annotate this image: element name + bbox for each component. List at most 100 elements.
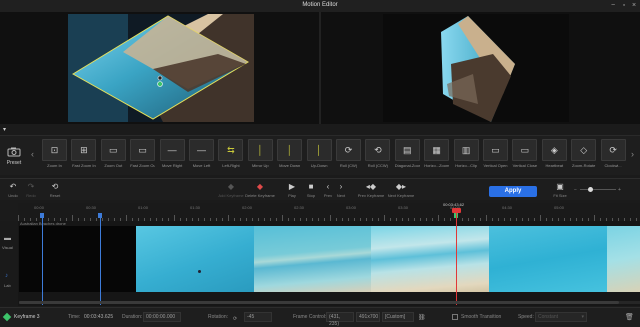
clip-black[interactable] <box>19 226 136 292</box>
smooth-transition-checkbox[interactable] <box>452 314 458 320</box>
visual-track-icon[interactable]: ▬ <box>4 235 11 242</box>
source-preview[interactable] <box>0 12 319 124</box>
ruler-tick-label: 00:30 <box>86 205 97 210</box>
delete-icon[interactable]: 🗑 <box>625 313 634 321</box>
clip-thumbnail[interactable] <box>607 226 640 292</box>
lab-track-icon[interactable]: ♪ <box>5 273 8 279</box>
preset-thumbnail: │ <box>247 139 273 161</box>
preset-item[interactable]: ▭ Vertical Open <box>483 139 508 173</box>
redo-label: Redo <box>26 193 36 198</box>
preset-item[interactable]: ⟳ Roll (CW) <box>336 139 361 173</box>
clip-thumbnail[interactable] <box>489 226 607 292</box>
preset-item[interactable]: ― Move Right <box>159 139 185 173</box>
preset-name: Move Left <box>192 163 211 168</box>
preset-name: Roll (CW) <box>339 163 358 168</box>
maximize-icon[interactable]: ▫ <box>619 1 629 11</box>
frame-mode-select[interactable]: [Custom] <box>382 312 414 322</box>
rotation-label: Rotation: <box>208 314 229 320</box>
rotation-field[interactable]: -45 <box>244 312 272 322</box>
keyframe-line <box>100 213 101 305</box>
reset-label: Reset <box>49 193 61 198</box>
preset-thumbnail: ▭ <box>512 139 538 161</box>
preset-name: Zoom In <box>47 163 62 168</box>
preset-item[interactable]: ⟲ Roll (CCW) <box>365 139 391 173</box>
close-icon[interactable]: × <box>629 1 639 11</box>
preset-button[interactable]: Preset <box>2 147 26 166</box>
redo-button[interactable]: ↷ Redo <box>24 182 38 198</box>
add-keyframe-button[interactable]: ◆ Add Keyframe <box>218 182 244 198</box>
collapse-arrow-icon[interactable]: ▾ <box>3 126 6 133</box>
result-frame <box>383 14 569 122</box>
ruler-tick-label: 02:30 <box>294 205 305 210</box>
preset-name: Zoom Out <box>104 163 123 168</box>
undo-label: Undo <box>8 193 18 198</box>
rotation-dial-icon[interactable]: ⟳ <box>233 316 237 322</box>
preset-thumbnail: ◈ <box>541 139 567 161</box>
prev-label: Prev <box>323 193 333 198</box>
smooth-transition-label: Smooth Transition <box>461 314 502 320</box>
preset-item[interactable]: ― Move Left <box>189 139 214 173</box>
preset-item[interactable]: │ Up-Down <box>306 139 332 173</box>
undo-button[interactable]: ↶ Undo <box>6 182 20 198</box>
stop-button[interactable]: ■ Stop <box>305 182 317 198</box>
prev-button[interactable]: ‹ Prev <box>322 182 334 198</box>
fit-size-label: Fit Size <box>553 193 567 198</box>
speed-select[interactable]: Constant ▾ <box>535 312 587 322</box>
preset-thumbnail: ▥ <box>453 139 479 161</box>
frame-size-field[interactable]: 491x700 <box>356 312 380 322</box>
preset-item[interactable]: │ Mirror Up <box>247 139 273 173</box>
prev-keyframe-button[interactable]: ◂◆ Prev Keyframe <box>356 182 386 198</box>
timeline-ruler[interactable]: 00:00 00:30 01:00 01:30 02:00 02:30 03:00 03:30… <box>18 203 640 221</box>
prev-keyframe-label: Prev Keyframe <box>357 193 385 198</box>
next-label: Next <box>336 193 346 198</box>
reset-icon: ⟲ <box>51 182 59 191</box>
preset-item[interactable]: ▦ Horizo...Zoom <box>424 139 450 173</box>
ruler-tick-label: 04:30 <box>502 205 513 210</box>
frame-position-field[interactable]: (431, 235) <box>326 312 354 327</box>
preset-item[interactable]: ◇ Zoom-Rotate <box>571 139 597 173</box>
clip-thumbnail[interactable] <box>254 226 371 292</box>
ruler-tick-label: 01:30 <box>190 205 201 210</box>
minimize-icon[interactable]: − <box>608 1 618 11</box>
reset-button[interactable]: ⟲ Reset <box>48 182 62 198</box>
preset-item[interactable]: ▭ Fast Zoom Out <box>130 139 156 173</box>
link-icon[interactable]: ⛓ <box>418 314 426 321</box>
zoom-slider-thumb[interactable] <box>588 187 593 192</box>
fit-size-button[interactable]: ▣ Fit Size <box>552 182 568 198</box>
clip-thumbnail[interactable] <box>136 226 254 292</box>
apply-button[interactable]: Apply <box>489 186 537 197</box>
preset-item[interactable]: │ Move Down <box>277 139 303 173</box>
scrollbar-thumb[interactable] <box>19 301 619 304</box>
preset-item[interactable]: ▭ Vertical Close <box>512 139 538 173</box>
preset-item[interactable]: ⊡ Zoom In <box>42 139 67 173</box>
preset-item[interactable]: ◈ Heartbeat <box>541 139 567 173</box>
zoom-out-icon[interactable]: − <box>574 187 577 193</box>
next-button[interactable]: › Next <box>335 182 347 198</box>
preset-item[interactable]: ▤ Diagonal-Zoom <box>394 139 420 173</box>
clip-thumbnail[interactable] <box>371 226 489 292</box>
preset-name: Mirror Up <box>251 163 269 168</box>
preset-name: Roll (CCW) <box>367 163 388 168</box>
next-keyframe-button[interactable]: ◆▸ Next Keyframe <box>386 182 416 198</box>
presets-next-icon[interactable]: › <box>631 149 634 159</box>
ruler-tick-label: 03:00 <box>346 205 357 210</box>
delete-keyframe-button[interactable]: ◆ Delete Keyframe <box>245 182 275 198</box>
preset-item[interactable]: ▥ Horizo...Clip <box>453 139 479 173</box>
preset-thumbnail: │ <box>277 139 303 161</box>
play-button[interactable]: ▶ Play <box>286 182 298 198</box>
playhead-line[interactable] <box>456 213 457 305</box>
presets-prev-icon[interactable]: ‹ <box>31 149 34 159</box>
preset-thumbnail: ⊞ <box>71 139 97 161</box>
duration-field[interactable]: 00:00:00.000 <box>143 312 181 322</box>
ruler-tick-label: 00:00 <box>34 205 45 210</box>
preset-thumbnail: ⟳ <box>600 139 626 161</box>
timeline-scrollbar[interactable] <box>19 301 640 304</box>
frame-control-label: Frame Control: <box>293 314 327 320</box>
preset-item[interactable]: ▭ Zoom Out <box>100 139 126 173</box>
zoom-in-icon[interactable]: + <box>618 187 621 193</box>
preset-item[interactable]: ⊞ Fast Zoom In <box>71 139 97 173</box>
preset-item[interactable]: ⟳ Clockwi... <box>600 139 626 173</box>
zoom-slider[interactable] <box>580 187 616 192</box>
stop-icon: ■ <box>308 182 314 191</box>
preset-item[interactable]: ⇆ Left-Right <box>218 139 244 173</box>
